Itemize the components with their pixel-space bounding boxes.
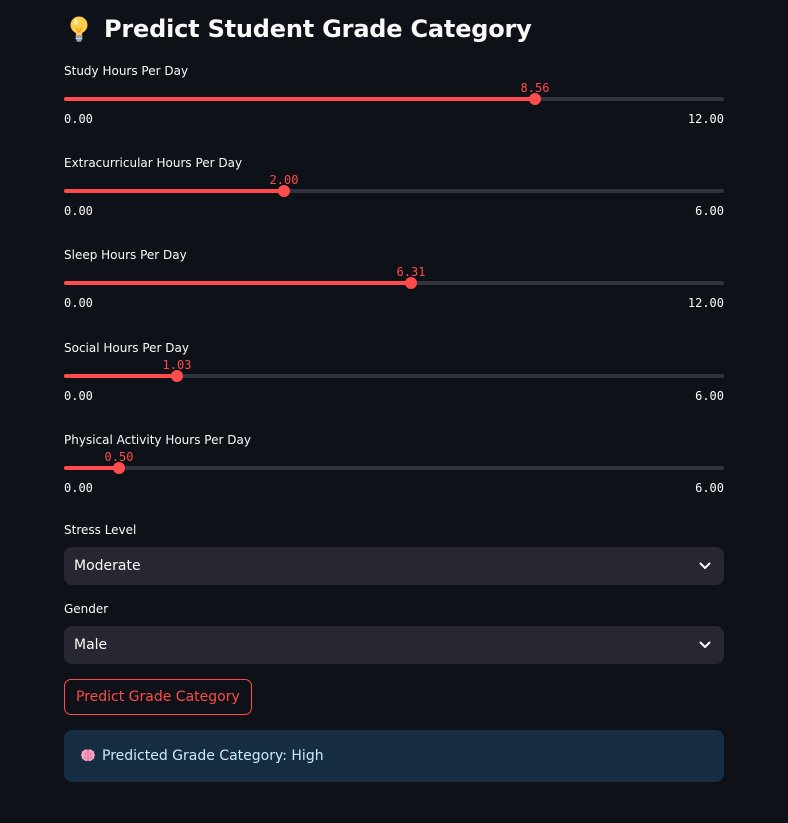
- slider-fill: [64, 374, 177, 378]
- slider-track[interactable]: [64, 97, 724, 101]
- slider-max-label: 6.00: [695, 204, 724, 218]
- slider-min-label: 0.00: [64, 481, 93, 495]
- slider-study-hours[interactable]: Study Hours Per Day 8.56 0.00 12.00: [64, 64, 724, 144]
- slider-track[interactable]: [64, 374, 724, 378]
- slider-track[interactable]: [64, 189, 724, 193]
- slider-sleep-hours[interactable]: Sleep Hours Per Day 6.31 0.00 12.00: [64, 248, 724, 328]
- slider-min-label: 0.00: [64, 389, 93, 403]
- slider-label: Extracurricular Hours Per Day: [64, 156, 243, 170]
- page-title: Predict Student Grade Category: [68, 12, 532, 46]
- select-label: Gender: [64, 602, 109, 616]
- slider-max-label: 12.00: [687, 296, 724, 310]
- brain-icon: [80, 748, 96, 764]
- slider-fill: [64, 189, 284, 193]
- prediction-result-text: Predicted Grade Category: High: [102, 748, 324, 764]
- stress-level-select: Stress Level Moderate: [64, 523, 724, 585]
- slider-max-label: 12.00: [687, 112, 724, 126]
- slider-min-label: 0.00: [64, 296, 93, 310]
- slider-label: Study Hours Per Day: [64, 64, 189, 78]
- slider-thumb[interactable]: [529, 93, 541, 105]
- slider-fill: [64, 97, 535, 101]
- slider-fill: [64, 281, 411, 285]
- lightbulb-icon: [68, 15, 90, 43]
- slider-track[interactable]: [64, 466, 724, 470]
- select-value: Male: [74, 637, 108, 653]
- app-page: Predict Student Grade Category Study Hou…: [0, 0, 788, 823]
- predict-grade-button[interactable]: Predict Grade Category: [64, 679, 252, 715]
- chevron-down-icon[interactable]: [698, 559, 712, 573]
- slider-max-label: 6.00: [695, 481, 724, 495]
- select-label: Stress Level: [64, 523, 137, 537]
- slider-label: Social Hours Per Day: [64, 341, 189, 355]
- slider-track[interactable]: [64, 281, 724, 285]
- page-title-text: Predict Student Grade Category: [104, 15, 532, 43]
- gender-dropdown[interactable]: Male: [64, 626, 724, 664]
- prediction-result-alert: Predicted Grade Category: High: [64, 730, 724, 782]
- slider-thumb[interactable]: [405, 277, 417, 289]
- slider-thumb[interactable]: [278, 185, 290, 197]
- slider-label: Sleep Hours Per Day: [64, 248, 187, 262]
- slider-label: Physical Activity Hours Per Day: [64, 433, 251, 447]
- chevron-down-icon[interactable]: [698, 638, 712, 652]
- slider-min-label: 0.00: [64, 112, 93, 126]
- slider-min-label: 0.00: [64, 204, 93, 218]
- stress-level-dropdown[interactable]: Moderate: [64, 547, 724, 585]
- slider-extracurricular-hours[interactable]: Extracurricular Hours Per Day 2.00 0.00 …: [64, 156, 724, 236]
- slider-thumb[interactable]: [171, 370, 183, 382]
- gender-select: Gender Male: [64, 602, 724, 664]
- slider-physical-activity-hours[interactable]: Physical Activity Hours Per Day 0.50 0.0…: [64, 433, 724, 513]
- slider-max-label: 6.00: [695, 389, 724, 403]
- select-value: Moderate: [74, 558, 141, 574]
- slider-social-hours[interactable]: Social Hours Per Day 1.03 0.00 6.00: [64, 341, 724, 421]
- slider-fill: [64, 466, 119, 470]
- slider-thumb[interactable]: [113, 462, 125, 474]
